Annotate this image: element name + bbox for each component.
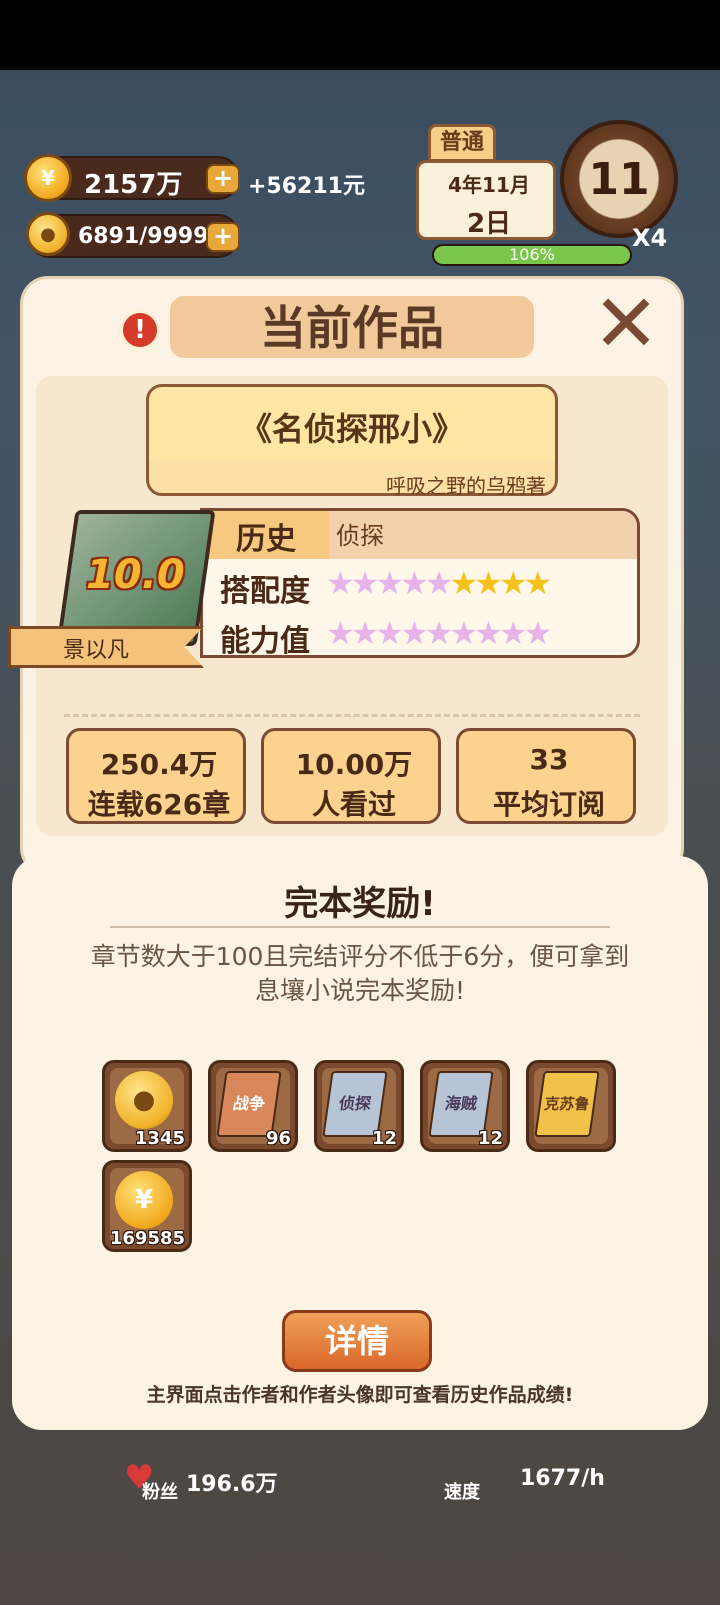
inspiration-bulb-icon: ● [26, 212, 70, 256]
ability-label: 能力值 [220, 624, 310, 659]
book-title: 《名侦探邢小》 [239, 410, 464, 448]
stat-value: 250.4万 [100, 748, 218, 781]
reward-item-pirate-book[interactable]: 海贼 12 [420, 1060, 510, 1152]
reward-item-detective-book[interactable]: 侦探 12 [314, 1060, 404, 1152]
author-name[interactable]: 景以凡 [8, 632, 184, 664]
reward-title-underline [110, 926, 610, 928]
speed-value: 1677/h [520, 1466, 605, 1491]
match-label: 搭配度 [220, 574, 310, 609]
ability-stars: ★★★★★★★★★ [326, 614, 553, 652]
clock-hour: 11 [588, 154, 650, 205]
star-icon: ★ [375, 614, 404, 652]
details-button[interactable]: 详情 [282, 1310, 432, 1372]
coins-value: 2157万 [84, 170, 183, 200]
item-count: 96 [265, 1128, 291, 1149]
stat-value: 10.00万 [295, 748, 413, 781]
match-stars: ★★★★★★★★★ [326, 564, 553, 602]
star-icon: ★ [326, 564, 355, 602]
date-month: 4年11月 [448, 173, 530, 197]
star-filled-icon: ★ [474, 564, 503, 602]
star-icon: ★ [498, 614, 528, 652]
stat-box-subscriptions: 33 平均订阅 [456, 728, 636, 824]
stat-value: 33 [529, 743, 569, 776]
game-clock[interactable]: 11 [560, 120, 678, 238]
star-icon: ★ [449, 614, 478, 652]
status-bar [0, 0, 720, 70]
fans-value: 196.6万 [186, 1472, 278, 1497]
book-author: 呼吸之野的乌鸦著 [386, 474, 546, 498]
star-icon: ★ [424, 564, 454, 602]
bulb-icon: ● [115, 1071, 173, 1129]
reward-item-coins[interactable]: ¥ 169585 [102, 1160, 192, 1252]
book-score: 10.0 [86, 552, 185, 598]
alert-icon[interactable]: ! [120, 310, 160, 350]
stat-caption: 平均订阅 [492, 788, 605, 821]
star-icon: ★ [350, 564, 380, 602]
star-icon: ★ [350, 614, 380, 652]
star-icon: ★ [400, 614, 429, 652]
stat-box-wordcount: 250.4万 连载626章 [66, 728, 246, 824]
item-count: 12 [477, 1128, 503, 1149]
reward-item-cthulhu-book[interactable]: 克苏鲁 [526, 1060, 616, 1152]
item-count: 169585 [109, 1228, 185, 1249]
stat-box-views: 10.00万 人看过 [261, 728, 441, 824]
reward-item-inspiration[interactable]: ● 1345 [102, 1060, 192, 1152]
date-card: 4年11月 2日 [416, 160, 556, 240]
income-value: +56211元 [248, 174, 365, 199]
speed-label: 速度 [444, 1482, 480, 1503]
reward-description: 章节数大于100且完结评分不低于6分，便可拿到息壤小说完本奖励! [90, 942, 630, 1005]
star-icon: ★ [523, 614, 553, 652]
coin-icon: ¥ [24, 154, 72, 202]
history-hint: 主界面点击作者和作者头像即可查看历史作品成绩! [146, 1384, 574, 1406]
stat-caption: 连载626章 [87, 788, 231, 821]
star-icon: ★ [375, 564, 404, 602]
date-day: 2日 [466, 209, 512, 239]
close-icon[interactable]: ✕ [590, 284, 662, 364]
star-filled-icon: ★ [449, 564, 478, 602]
item-count: 1345 [134, 1128, 185, 1149]
genre-value: 侦探 [336, 522, 384, 550]
star-filled-icon: ★ [498, 564, 528, 602]
fans-label: 粉丝 [142, 1482, 178, 1503]
coin-icon: ¥ [115, 1171, 173, 1229]
genre-label: 历史 [236, 522, 296, 557]
star-icon: ★ [326, 614, 355, 652]
add-inspiration-button[interactable]: + [206, 222, 240, 252]
star-icon: ★ [400, 564, 429, 602]
stat-caption: 人看过 [311, 788, 396, 821]
reward-item-war-book[interactable]: 战争 96 [208, 1060, 298, 1152]
divider [64, 714, 640, 717]
inspiration-value: 6891/9999 [78, 224, 209, 249]
speed-multiplier[interactable]: X4 [632, 224, 667, 252]
add-coins-button[interactable]: + [206, 164, 240, 194]
star-filled-icon: ★ [523, 564, 553, 602]
difficulty-tab[interactable]: 普通 [428, 124, 496, 162]
star-icon: ★ [474, 614, 503, 652]
energy-bar: 106% [432, 244, 632, 266]
reward-title: 完本奖励! [284, 884, 436, 924]
item-count: 12 [371, 1128, 397, 1149]
energy-percent: 106% [509, 245, 555, 264]
panel-title: 当前作品 [260, 301, 444, 355]
star-icon: ★ [424, 614, 454, 652]
cthulhu-book-icon: 克苏鲁 [534, 1071, 600, 1137]
